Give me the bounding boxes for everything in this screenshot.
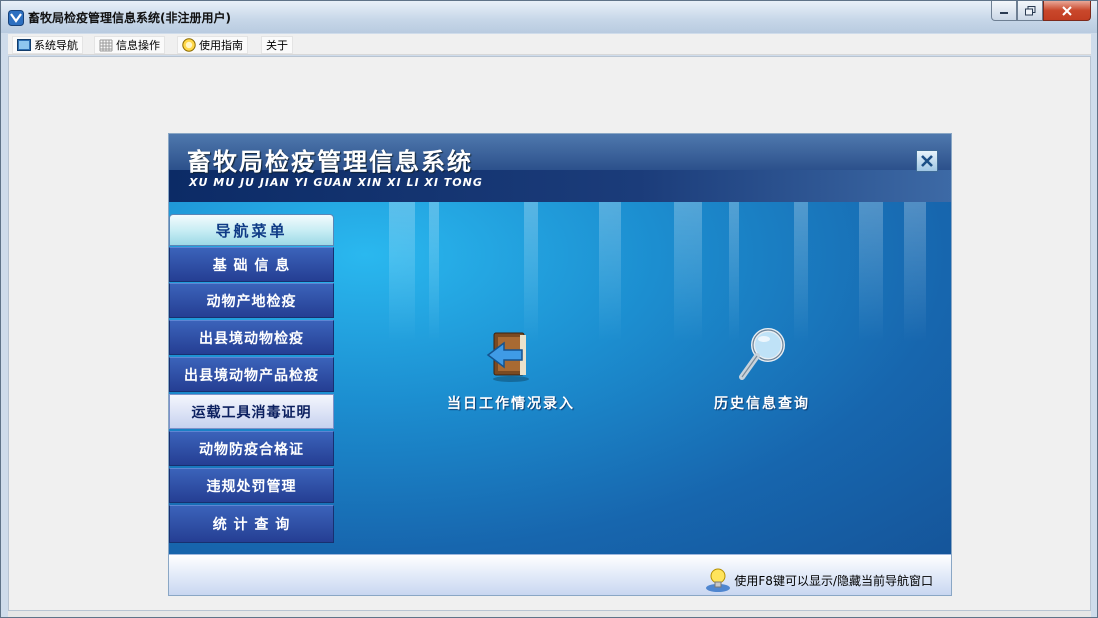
main-window: 畜牧局检疫管理信息系统(非注册用户) 系统导航 信息操作 使用指南 关于 畜牧局… bbox=[0, 0, 1098, 618]
nav-menu-header: 导航菜单 bbox=[169, 214, 334, 246]
menu-label: 系统导航 bbox=[34, 39, 78, 52]
grid-icon bbox=[99, 39, 113, 51]
nav-item-vehicle-disinfection[interactable]: 运载工具消毒证明 bbox=[169, 394, 334, 429]
monitor-icon bbox=[17, 38, 31, 51]
menu-label: 使用指南 bbox=[199, 39, 243, 52]
navigation-panel: 畜牧局检疫管理信息系统 XU MU JU JIAN YI GUAN XIN XI… bbox=[168, 133, 952, 596]
light-ray bbox=[599, 202, 621, 342]
help-icon bbox=[182, 38, 196, 52]
action-label: 当日工作情况录入 bbox=[447, 396, 575, 412]
history-query-button[interactable]: 历史信息查询 bbox=[714, 325, 810, 413]
menu-bar: 系统导航 信息操作 使用指南 关于 bbox=[8, 34, 1091, 55]
minimize-button[interactable] bbox=[991, 1, 1017, 21]
minimize-icon bbox=[1000, 11, 1008, 14]
menu-label: 信息操作 bbox=[116, 39, 160, 52]
close-icon bbox=[921, 155, 933, 167]
nav-item-basic-info[interactable]: 基 础 信 息 bbox=[169, 247, 334, 282]
menu-label: 关于 bbox=[266, 39, 288, 52]
book-arrow-icon bbox=[486, 332, 529, 382]
nav-item-out-county-product[interactable]: 出县境动物产品检疫 bbox=[169, 357, 334, 392]
nav-item-origin-quarantine[interactable]: 动物产地检疫 bbox=[169, 283, 334, 318]
panel-footer: 使用F8键可以显示/隐藏当前导航窗口 bbox=[169, 554, 951, 595]
nav-item-out-county-animal[interactable]: 出县境动物检疫 bbox=[169, 320, 334, 355]
nav-item-epidemic-certificate[interactable]: 动物防疫合格证 bbox=[169, 431, 334, 466]
panel-close-button[interactable] bbox=[916, 150, 938, 172]
light-ray bbox=[729, 202, 739, 342]
light-ray bbox=[674, 202, 702, 342]
status-bar bbox=[8, 611, 1091, 617]
window-title: 畜牧局检疫管理信息系统(非注册用户) bbox=[28, 11, 231, 25]
f8-hint: 使用F8键可以显示/隐藏当前导航窗口 bbox=[704, 566, 933, 594]
menu-user-guide[interactable]: 使用指南 bbox=[177, 36, 248, 54]
light-ray bbox=[859, 202, 883, 342]
maximize-button[interactable] bbox=[1017, 1, 1043, 21]
menu-system-navigation[interactable]: 系统导航 bbox=[12, 36, 83, 54]
menu-info-operation[interactable]: 信息操作 bbox=[94, 36, 165, 54]
panel-header: 畜牧局检疫管理信息系统 XU MU JU JIAN YI GUAN XIN XI… bbox=[169, 134, 951, 202]
light-ray bbox=[524, 202, 538, 342]
footer-hint-text: 使用F8键可以显示/隐藏当前导航窗口 bbox=[734, 573, 933, 588]
nav-menu: 导航菜单 基 础 信 息 动物产地检疫 出县境动物检疫 出县境动物产品检疫 运载… bbox=[169, 214, 334, 543]
light-ray bbox=[389, 202, 415, 342]
action-label: 历史信息查询 bbox=[714, 396, 810, 412]
lightbulb-icon bbox=[706, 568, 731, 592]
nav-item-statistics-query[interactable]: 统 计 查 询 bbox=[169, 505, 334, 543]
light-ray bbox=[429, 202, 439, 342]
restore-icon bbox=[1024, 5, 1035, 15]
title-bar[interactable]: 畜牧局检疫管理信息系统(非注册用户) bbox=[1, 1, 1097, 33]
panel-title: 畜牧局检疫管理信息系统 bbox=[187, 148, 473, 176]
close-window-button[interactable] bbox=[1043, 1, 1091, 21]
panel-subtitle: XU MU JU JIAN YI GUAN XIN XI LI XI TONG bbox=[189, 176, 483, 189]
app-logo-icon bbox=[8, 10, 24, 26]
daily-work-entry-button[interactable]: 当日工作情况录入 bbox=[447, 329, 575, 413]
light-ray bbox=[904, 202, 926, 342]
menu-about[interactable]: 关于 bbox=[261, 36, 293, 54]
nav-item-violation-penalty[interactable]: 违规处罚管理 bbox=[169, 468, 334, 503]
light-ray bbox=[794, 202, 808, 342]
close-icon bbox=[1062, 5, 1072, 16]
magnifier-icon bbox=[739, 328, 785, 380]
